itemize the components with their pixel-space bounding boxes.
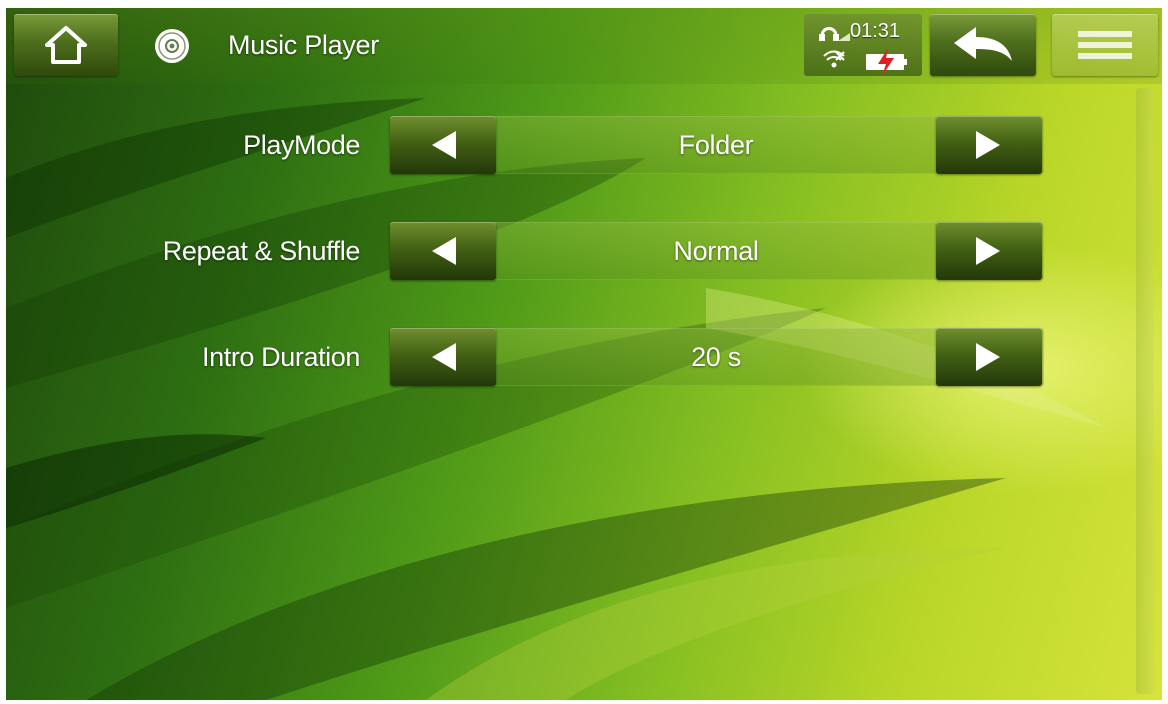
next-option-button[interactable] [936, 328, 1042, 386]
setting-row-intro-duration: Intro Duration 20 s [6, 328, 1162, 388]
music-player-settings-screen: Music Player 01:31 PlayMode Folder Repea… [6, 8, 1162, 700]
setting-value: Normal [673, 236, 759, 266]
setting-row-repeat-shuffle: Repeat & Shuffle Normal [6, 222, 1162, 282]
home-button[interactable] [14, 14, 118, 76]
setting-row-playmode: PlayMode Folder [6, 116, 1162, 176]
left-arrow-icon [432, 131, 456, 159]
music-disc-icon [155, 29, 189, 63]
previous-option-button[interactable] [390, 328, 496, 386]
status-indicator: 01:31 [804, 14, 922, 76]
right-arrow-icon [976, 343, 1000, 371]
next-option-button[interactable] [936, 116, 1042, 174]
right-arrow-icon [976, 237, 1000, 265]
previous-option-button[interactable] [390, 116, 496, 174]
top-bar: Music Player 01:31 [6, 8, 1162, 84]
menu-icon [1078, 31, 1132, 59]
left-arrow-icon [432, 237, 456, 265]
setting-value: Folder [678, 130, 754, 160]
scrollbar[interactable] [1136, 88, 1154, 694]
menu-button[interactable] [1052, 14, 1158, 76]
setting-value: 20 s [691, 342, 741, 372]
setting-label: PlayMode [243, 130, 360, 160]
home-icon [45, 26, 87, 64]
previous-option-button[interactable] [390, 222, 496, 280]
setting-label: Repeat & Shuffle [162, 236, 361, 266]
setting-label: Intro Duration [202, 342, 360, 372]
back-button[interactable] [930, 14, 1036, 76]
left-arrow-icon [432, 343, 456, 371]
app-title: Music Player [228, 30, 379, 60]
next-option-button[interactable] [936, 222, 1042, 280]
back-arrow-icon [954, 27, 1012, 61]
status-time: 01:31 [850, 20, 901, 42]
right-arrow-icon [976, 131, 1000, 159]
